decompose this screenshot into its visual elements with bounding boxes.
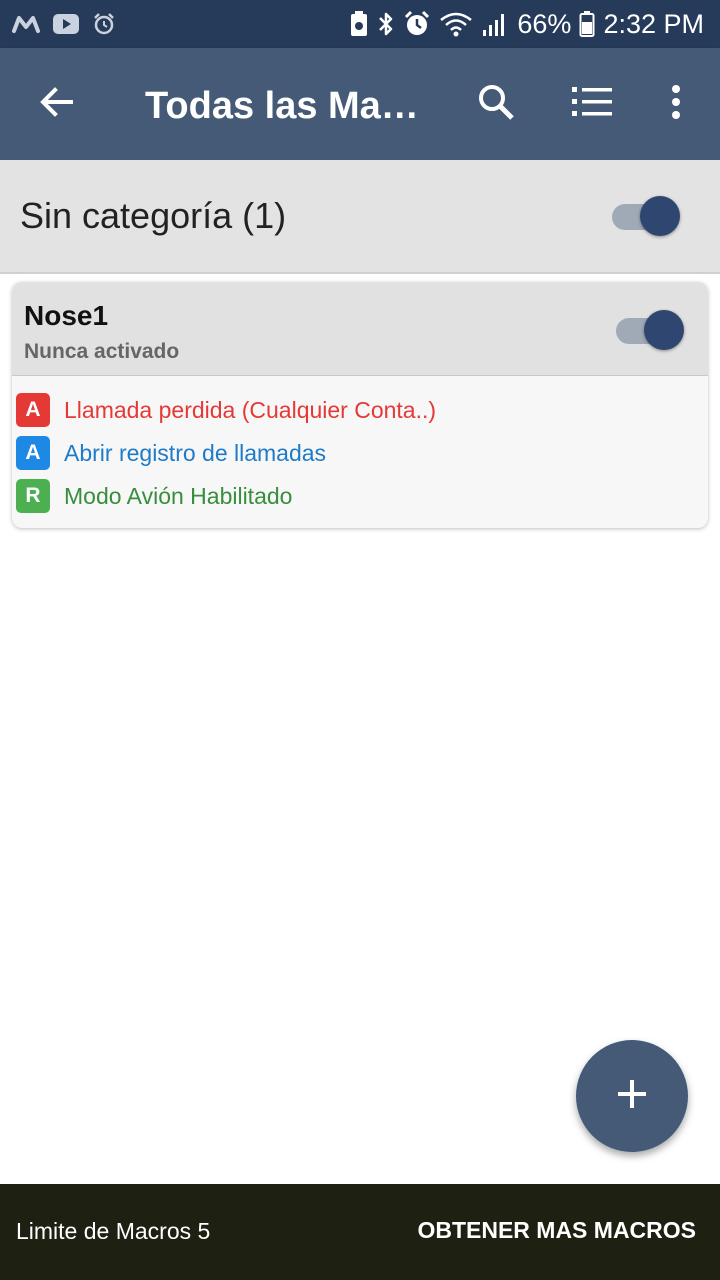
- constraint-badge: R: [16, 479, 50, 513]
- status-bar-right: 66% 2:32 PM: [349, 6, 704, 42]
- get-more-macros-button[interactable]: OBTENER MAS MACROS: [417, 1217, 696, 1244]
- status-bar: 66% 2:32 PM: [0, 0, 720, 48]
- category-toggle[interactable]: [612, 196, 680, 236]
- battery-percent: 66%: [517, 8, 572, 39]
- macro-card[interactable]: Nose1 Nunca activado A Llamada perdida (…: [12, 282, 708, 528]
- category-title: Sin categoría (1): [20, 195, 287, 236]
- add-macro-button[interactable]: [576, 1040, 688, 1152]
- battery-saver-icon: [349, 10, 369, 38]
- youtube-icon: [52, 13, 80, 35]
- alarm-icon: [92, 12, 116, 36]
- macro-toggle[interactable]: [616, 310, 684, 350]
- macro-card-header: Nose1 Nunca activado: [12, 282, 708, 376]
- app-bar: Todas las Ma…: [0, 48, 720, 160]
- status-bar-left: [12, 8, 116, 40]
- trigger-text: Llamada perdida (Cualquier Conta..): [64, 396, 437, 423]
- macro-status: Nunca activado: [24, 340, 180, 363]
- macro-name: Nose1: [24, 300, 109, 331]
- back-button[interactable]: [30, 78, 82, 130]
- alarm-clock-icon: [403, 10, 431, 38]
- screen: 66% 2:32 PM Todas las Ma… Sin categoría …: [0, 0, 720, 1280]
- search-icon: [476, 82, 516, 127]
- battery-icon: [579, 10, 595, 38]
- overflow-menu-button[interactable]: [650, 78, 702, 130]
- toggle-thumb: [640, 196, 680, 236]
- action-item: A Abrir registro de llamadas: [16, 436, 326, 470]
- page-title: Todas las Ma…: [145, 85, 419, 127]
- macro-limit-text: Limite de Macros 5: [16, 1218, 211, 1244]
- trigger-badge: A: [16, 393, 50, 427]
- constraint-text: Modo Avión Habilitado: [64, 482, 293, 509]
- toggle-thumb: [644, 310, 684, 350]
- list-view-button[interactable]: [566, 78, 618, 130]
- action-text: Abrir registro de llamadas: [64, 439, 327, 466]
- signal-icon: [481, 10, 509, 38]
- constraint-item: R Modo Avión Habilitado: [16, 479, 292, 513]
- list-icon: [572, 85, 612, 124]
- bluetooth-icon: [377, 10, 395, 38]
- wifi-icon: [439, 10, 473, 38]
- clock-time: 2:32 PM: [603, 8, 704, 39]
- back-arrow-icon: [38, 84, 74, 125]
- action-badge: A: [16, 436, 50, 470]
- bottom-bar: Limite de Macros 5 OBTENER MAS MACROS: [0, 1184, 720, 1280]
- macrodroid-icon: [12, 14, 40, 34]
- trigger-item: A Llamada perdida (Cualquier Conta..): [16, 393, 436, 427]
- category-header[interactable]: Sin categoría (1): [0, 160, 720, 274]
- more-vert-icon: [670, 84, 682, 125]
- plus-icon: [615, 1077, 649, 1116]
- search-button[interactable]: [470, 78, 522, 130]
